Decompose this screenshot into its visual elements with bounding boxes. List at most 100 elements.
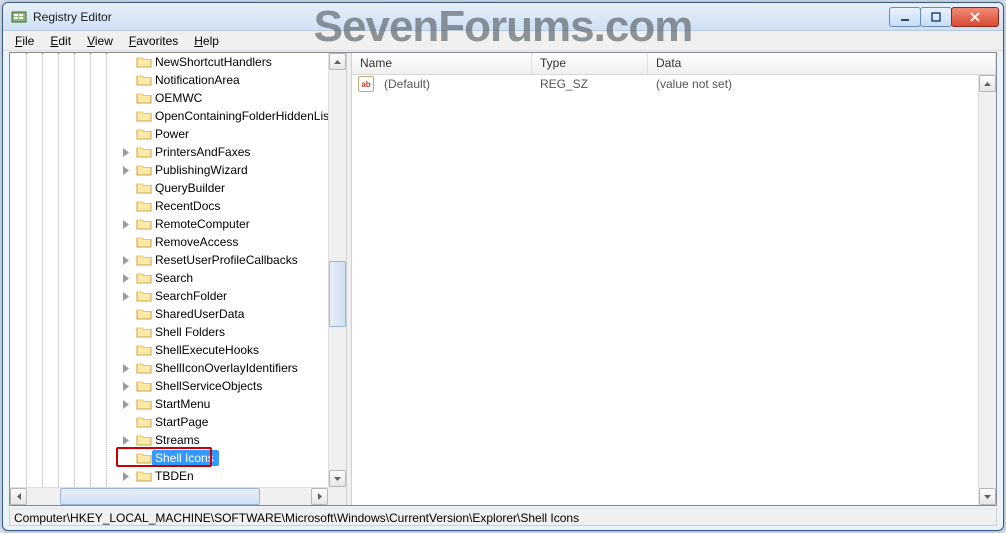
string-value-icon: ab — [358, 76, 374, 92]
tree-item[interactable]: Search — [10, 269, 328, 287]
tree-item[interactable]: Shell Icons — [10, 449, 328, 467]
tree-item[interactable]: QueryBuilder — [10, 179, 328, 197]
tree-item[interactable]: ShellExecuteHooks — [10, 341, 328, 359]
column-data[interactable]: Data — [648, 53, 996, 74]
tree-item-label: NotificationArea — [153, 73, 242, 87]
menu-help[interactable]: Help — [186, 32, 227, 50]
menu-file[interactable]: File — [7, 32, 42, 50]
tree-item[interactable]: ShellIconOverlayIdentifiers — [10, 359, 328, 377]
tree-item[interactable]: ShellServiceObjects — [10, 377, 328, 395]
folder-icon — [136, 379, 152, 393]
tree-item[interactable]: RecentDocs — [10, 197, 328, 215]
tree-item[interactable]: RemoteComputer — [10, 215, 328, 233]
list-vscrollbar[interactable] — [978, 75, 996, 505]
scroll-corner — [328, 487, 346, 505]
menu-edit[interactable]: Edit — [42, 32, 79, 50]
folder-icon — [136, 253, 152, 267]
tree-item[interactable]: NotificationArea — [10, 71, 328, 89]
tree-item[interactable]: StartMenu — [10, 395, 328, 413]
tree-item[interactable]: RemoveAccess — [10, 233, 328, 251]
column-type[interactable]: Type — [532, 53, 648, 74]
tree-item-label: RecentDocs — [153, 199, 222, 213]
folder-icon — [136, 469, 152, 483]
scroll-down-button[interactable] — [329, 470, 346, 487]
minimize-button[interactable] — [889, 7, 921, 27]
folder-icon — [136, 433, 152, 447]
expand-icon[interactable] — [122, 400, 131, 409]
tree-item[interactable]: SharedUserData — [10, 305, 328, 323]
scroll-up-button[interactable] — [329, 53, 346, 70]
scroll-down-button[interactable] — [979, 488, 996, 505]
column-name[interactable]: Name — [352, 53, 532, 74]
tree-item-label: OEMWC — [153, 91, 204, 105]
scroll-right-button[interactable] — [311, 488, 328, 505]
tree-item[interactable]: Power — [10, 125, 328, 143]
expand-icon[interactable] — [122, 382, 131, 391]
tree-item-label: Shell Icons — [153, 451, 216, 465]
tree-item-label: NewShortcutHandlers — [153, 55, 274, 69]
tree-item[interactable]: Shell Folders — [10, 323, 328, 341]
list-pane: Name Type Data ab(Default)REG_SZ(value n… — [352, 53, 996, 505]
client-area: NewShortcutHandlers NotificationArea OEMWC… — [9, 52, 997, 506]
tree-hscroll-thumb[interactable] — [60, 488, 260, 505]
folder-icon — [136, 235, 152, 249]
menu-favorites[interactable]: Favorites — [121, 32, 186, 50]
tree-item[interactable]: PublishingWizard — [10, 161, 328, 179]
tree-item[interactable]: StartPage — [10, 413, 328, 431]
list-header[interactable]: Name Type Data — [352, 53, 996, 75]
menubar: File Edit View Favorites Help — [3, 31, 1003, 51]
expand-icon[interactable] — [122, 364, 131, 373]
tree-item-label: ShellServiceObjects — [153, 379, 264, 393]
expand-icon[interactable] — [122, 292, 131, 301]
menu-view[interactable]: View — [79, 32, 121, 50]
tree-item-label: Streams — [153, 433, 202, 447]
folder-icon — [136, 397, 152, 411]
tree-item[interactable]: ResetUserProfileCallbacks — [10, 251, 328, 269]
tree-hscrollbar[interactable] — [10, 487, 328, 505]
maximize-button[interactable] — [920, 7, 952, 27]
scroll-up-button[interactable] — [979, 75, 996, 92]
folder-icon — [136, 91, 152, 105]
folder-icon — [136, 271, 152, 285]
tree-item[interactable]: SearchFolder — [10, 287, 328, 305]
folder-icon — [136, 289, 152, 303]
tree-item-label: Shell Folders — [153, 325, 227, 339]
cell-name: (Default) — [376, 77, 532, 91]
tree-pane: NewShortcutHandlers NotificationArea OEMWC… — [10, 53, 346, 505]
expand-icon[interactable] — [122, 220, 131, 229]
expand-icon[interactable] — [122, 166, 131, 175]
tree-item[interactable]: PrintersAndFaxes — [10, 143, 328, 161]
tree-vscrollbar[interactable] — [328, 53, 346, 487]
close-button[interactable] — [951, 7, 999, 27]
tree-item-label: PublishingWizard — [153, 163, 250, 177]
tree-item[interactable]: OEMWC — [10, 89, 328, 107]
tree-item-label: Search — [153, 271, 195, 285]
scroll-left-button[interactable] — [10, 488, 27, 505]
expand-icon[interactable] — [122, 472, 131, 481]
folder-icon — [136, 73, 152, 87]
folder-icon — [136, 145, 152, 159]
tree-item-label: OpenContainingFolderHiddenList — [153, 109, 328, 123]
tree-item-label: RemoteComputer — [153, 217, 252, 231]
tree-view[interactable]: NewShortcutHandlers NotificationArea OEMWC… — [10, 53, 328, 487]
expand-icon[interactable] — [122, 274, 131, 283]
titlebar[interactable]: Registry Editor — [3, 3, 1003, 31]
tree-item-label: SharedUserData — [153, 307, 246, 321]
tree-vscroll-thumb[interactable] — [329, 261, 346, 327]
list-body[interactable]: ab(Default)REG_SZ(value not set) — [352, 75, 996, 505]
folder-icon — [136, 127, 152, 141]
tree-item[interactable]: TBDEn — [10, 467, 328, 485]
expand-icon[interactable] — [122, 256, 131, 265]
tree-item-label: RemoveAccess — [153, 235, 240, 249]
tree-item-label: Power — [153, 127, 191, 141]
expand-icon[interactable] — [122, 436, 131, 445]
list-row[interactable]: ab(Default)REG_SZ(value not set) — [352, 75, 996, 93]
tree-item[interactable]: NewShortcutHandlers — [10, 53, 328, 71]
tree-item-label: QueryBuilder — [153, 181, 227, 195]
tree-item-label: ShellExecuteHooks — [153, 343, 261, 357]
tree-item[interactable]: OpenContainingFolderHiddenList — [10, 107, 328, 125]
expand-icon[interactable] — [122, 148, 131, 157]
tree-item[interactable]: Streams — [10, 431, 328, 449]
tree-item-label: ResetUserProfileCallbacks — [153, 253, 300, 267]
tree-item-label: ShellIconOverlayIdentifiers — [153, 361, 300, 375]
